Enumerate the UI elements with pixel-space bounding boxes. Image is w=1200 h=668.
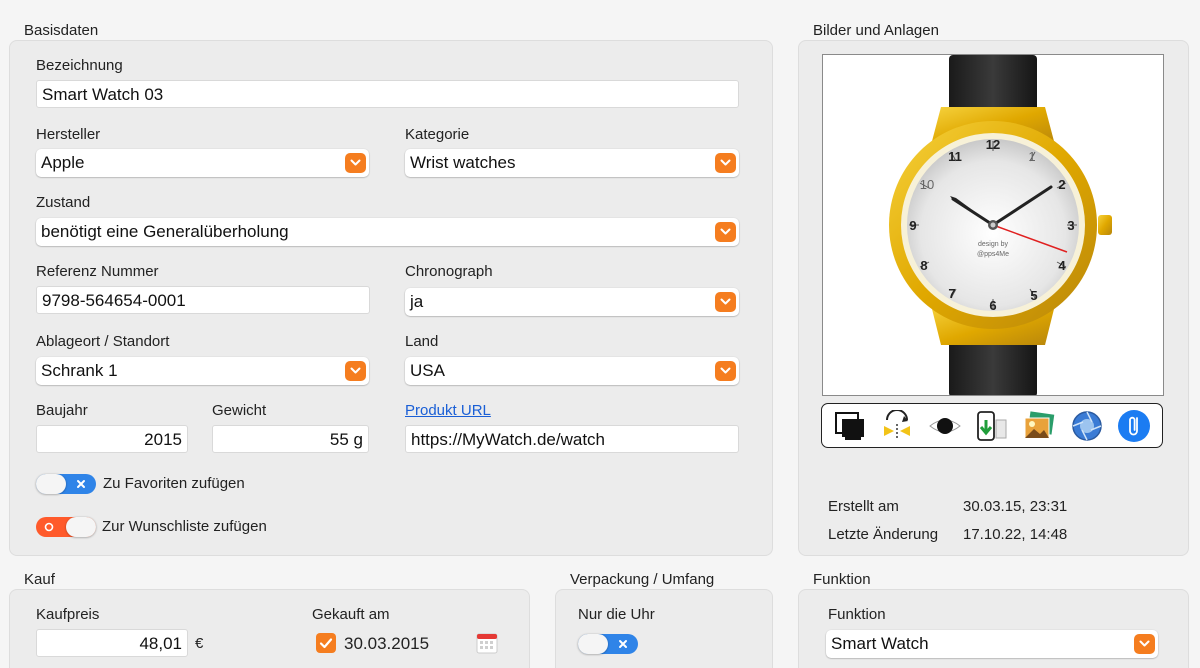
hersteller-label: Hersteller [36, 126, 101, 143]
close-icon [77, 480, 85, 488]
checkmark-icon [319, 638, 333, 649]
circle-icon [44, 522, 54, 532]
funktion-label: Funktion [828, 606, 886, 623]
produkt-url-field[interactable]: https://MyWatch.de/watch [405, 425, 739, 453]
dial-numeral: 8 [920, 258, 927, 273]
image-toolbar [821, 403, 1163, 448]
referenz-label: Referenz Nummer [36, 263, 159, 280]
dial-numeral: 4 [1058, 258, 1066, 273]
chevron-down-icon [345, 153, 366, 173]
watch-image: 12 1 2 3 4 5 6 7 8 9 10 11 design by @pp… [889, 55, 1112, 397]
chronograph-value: ja [410, 292, 424, 311]
kaufpreis-field[interactable]: 48,01 [36, 629, 188, 657]
aenderung-label: Letzte Änderung [828, 526, 939, 543]
ablageort-value: Schrank 1 [41, 361, 118, 380]
dial-numeral: 2 [1058, 177, 1065, 192]
erstellt-value: 30.03.15, 23:31 [963, 498, 1068, 515]
dial-numeral: 10 [920, 177, 934, 192]
zustand-value: benötigt eine Generalüberholung [41, 222, 289, 241]
bezeichnung-label: Bezeichnung [36, 57, 123, 74]
chevron-down-icon [1134, 634, 1155, 654]
nur-uhr-toggle[interactable] [578, 634, 638, 654]
gewicht-label: Gewicht [212, 402, 267, 419]
land-label: Land [405, 333, 439, 350]
produkt-url-link[interactable]: Produkt URL [405, 402, 491, 419]
aperture-icon[interactable] [1068, 407, 1106, 445]
referenz-field[interactable]: 9798-564654-0001 [36, 286, 370, 314]
dial-numeral: 11 [948, 149, 962, 164]
chronograph-label: Chronograph [405, 263, 493, 280]
chevron-down-icon [715, 153, 736, 173]
dial-numeral: 7 [948, 286, 955, 301]
section-title-verpackung: Verpackung / Umfang [570, 571, 715, 588]
nur-uhr-label: Nur die Uhr [578, 606, 655, 623]
chevron-down-icon [715, 292, 736, 312]
kategorie-value: Wrist watches [410, 153, 516, 172]
baujahr-field[interactable]: 2015 [36, 425, 188, 453]
close-icon [619, 640, 627, 648]
ablageort-select[interactable]: Schrank 1 [36, 357, 369, 385]
erstellt-label: Erstellt am [828, 498, 899, 515]
calendar-icon[interactable] [476, 632, 498, 659]
dial-numeral: 9 [909, 218, 916, 233]
kategorie-select[interactable]: Wrist watches [405, 149, 739, 177]
photos-icon[interactable] [1020, 407, 1058, 445]
land-select[interactable]: USA [405, 357, 739, 385]
section-title-funktion: Funktion [813, 571, 871, 588]
toggle-knob [66, 517, 96, 537]
toggle-knob [578, 634, 608, 654]
dial-numeral: 5 [1030, 288, 1037, 303]
dial-numeral: 12 [986, 137, 1000, 152]
hersteller-select[interactable]: Apple [36, 149, 369, 177]
chevron-down-icon [715, 222, 736, 242]
aenderung-value: 17.10.22, 14:48 [963, 526, 1068, 543]
chevron-down-icon [715, 361, 736, 381]
kategorie-label: Kategorie [405, 126, 470, 143]
ablageort-label: Ablageort / Standort [36, 333, 170, 350]
gekauft-date[interactable]: 30.03.2015 [344, 634, 429, 654]
bezeichnung-field[interactable]: Smart Watch 03 [36, 80, 739, 108]
chronograph-select[interactable]: ja [405, 288, 739, 316]
land-value: USA [410, 361, 445, 380]
toggle-knob [36, 474, 66, 494]
section-title-basisdaten: Basisdaten [24, 22, 99, 39]
section-title-kauf: Kauf [24, 571, 55, 588]
dial-numeral: 6 [989, 298, 996, 313]
zustand-label: Zustand [36, 194, 91, 211]
section-title-bilder: Bilder und Anlagen [813, 22, 939, 39]
chevron-down-icon [345, 361, 366, 381]
baujahr-label: Baujahr [36, 402, 88, 419]
product-image[interactable]: 12 1 2 3 4 5 6 7 8 9 10 11 design by @pp… [822, 54, 1164, 397]
gewicht-field[interactable]: 55 g [212, 425, 369, 453]
dial-credit-line1: design by [978, 241, 1008, 248]
display-icon[interactable] [831, 407, 869, 445]
funktion-select[interactable]: Smart Watch [826, 630, 1158, 658]
verpackung-panel [555, 589, 773, 668]
hersteller-value: Apple [41, 153, 85, 172]
rotate-flip-icon[interactable] [878, 407, 916, 445]
dial-credit-line2: @pps4Me [977, 251, 1009, 258]
gekauft-label: Gekauft am [312, 606, 390, 623]
wunschliste-toggle[interactable] [36, 517, 96, 537]
gekauft-checkbox[interactable] [316, 633, 336, 653]
currency-label: € [195, 635, 204, 652]
funktion-value: Smart Watch [831, 634, 929, 653]
kaufpreis-label: Kaufpreis [36, 606, 100, 623]
favoriten-label: Zu Favoriten zufügen [103, 475, 245, 492]
favoriten-toggle[interactable] [36, 474, 96, 494]
phone-import-icon[interactable] [973, 407, 1011, 445]
zustand-select[interactable]: benötigt eine Generalüberholung [36, 218, 739, 246]
dial-numeral: 1 [1028, 149, 1035, 164]
wunschliste-label: Zur Wunschliste zufügen [102, 518, 267, 535]
eye-icon[interactable] [926, 407, 964, 445]
dial-numeral: 3 [1067, 218, 1074, 233]
paperclip-icon[interactable] [1115, 407, 1153, 445]
